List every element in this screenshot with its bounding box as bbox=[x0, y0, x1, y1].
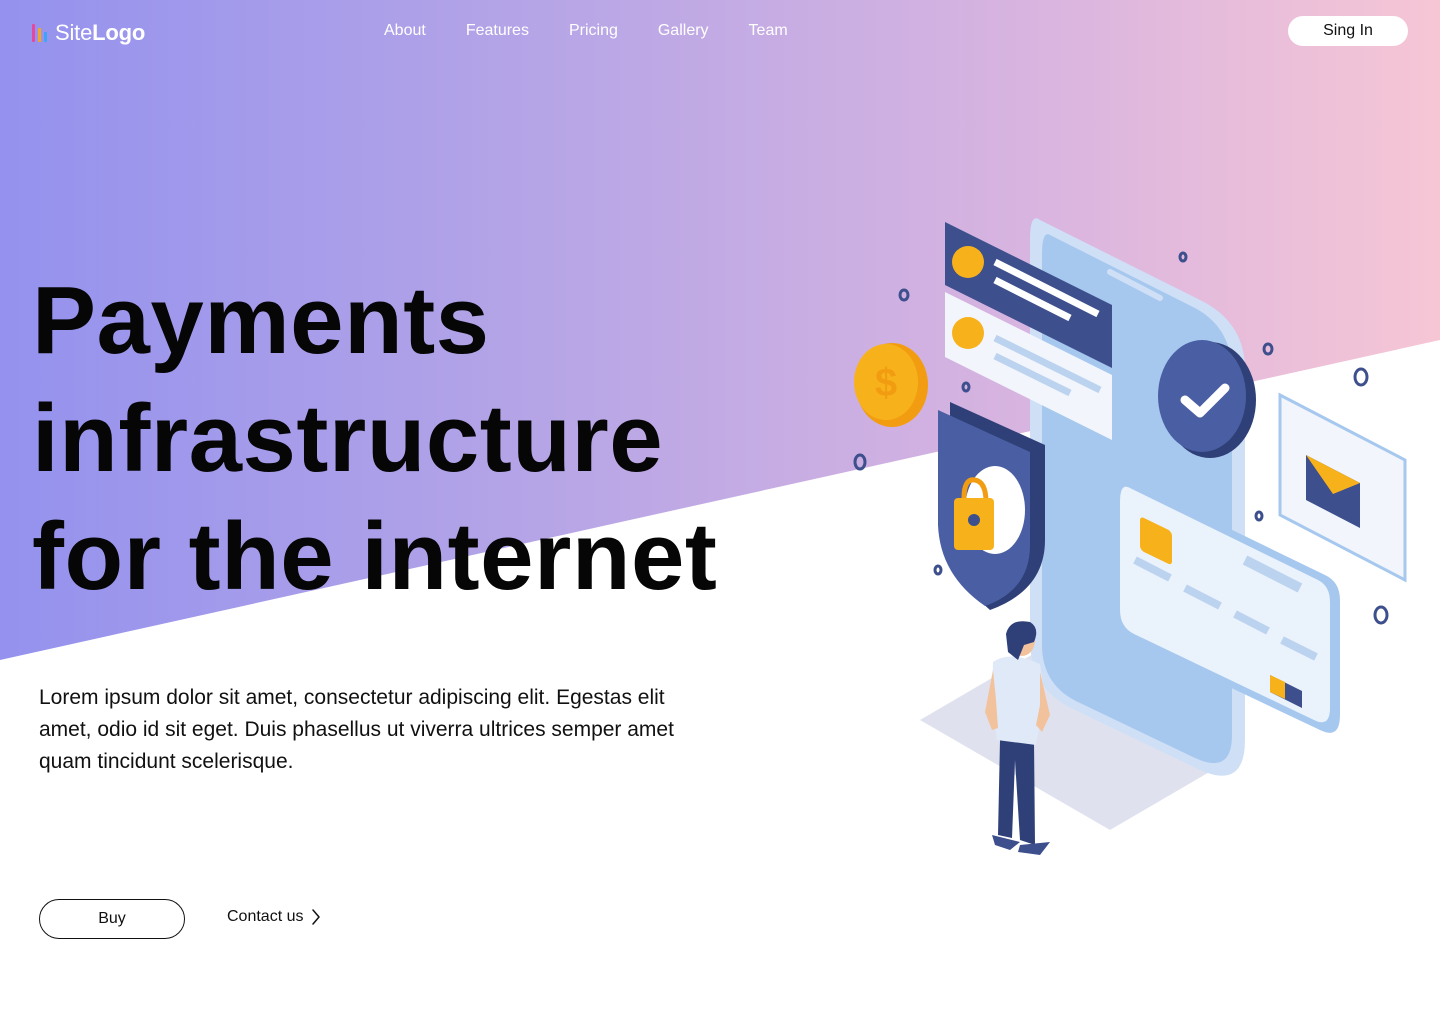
svg-text:$: $ bbox=[875, 361, 897, 405]
nav-item-about[interactable]: About bbox=[384, 22, 426, 40]
hero-description: Lorem ipsum dolor sit amet, consectetur … bbox=[39, 686, 674, 773]
logo-bars-icon bbox=[32, 24, 47, 42]
logo-text-bold: Logo bbox=[92, 20, 146, 45]
nav-item-gallery[interactable]: Gallery bbox=[658, 22, 709, 40]
headline-line-1: Payments bbox=[32, 267, 490, 374]
headline-line-2: infrastructure bbox=[32, 385, 664, 492]
logo-text-light: Site bbox=[55, 20, 93, 45]
payments-illustration: $ bbox=[853, 218, 1407, 855]
sign-in-button[interactable]: Sing In bbox=[1288, 16, 1408, 46]
nav-item-team[interactable]: Team bbox=[749, 22, 788, 40]
hero-headline: Payments infrastructure for the internet bbox=[32, 262, 717, 616]
site-logo[interactable]: SiteLogo bbox=[32, 20, 145, 46]
chevron-right-icon bbox=[312, 909, 321, 925]
contact-us-link[interactable]: Contact us bbox=[227, 908, 321, 926]
dollar-coin-icon: $ bbox=[854, 343, 928, 427]
shield-lock-icon bbox=[938, 402, 1045, 610]
main-nav: About Features Pricing Gallery Team bbox=[384, 22, 828, 40]
headline-line-3: for the internet bbox=[32, 503, 718, 610]
logo-text: SiteLogo bbox=[55, 20, 145, 46]
buy-button[interactable]: Buy bbox=[39, 899, 185, 939]
nav-item-features[interactable]: Features bbox=[466, 22, 529, 40]
nav-item-pricing[interactable]: Pricing bbox=[569, 22, 618, 40]
envelope-card bbox=[1278, 392, 1407, 583]
contact-us-label: Contact us bbox=[227, 908, 304, 925]
